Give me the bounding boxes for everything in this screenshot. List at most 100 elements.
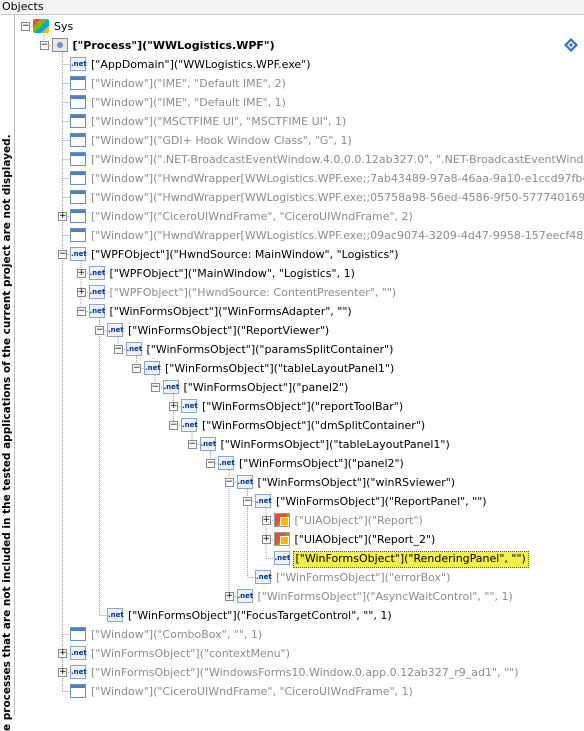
collapse-toggle-icon[interactable]: − (132, 364, 141, 373)
object-tree[interactable]: − Sys − ["Process"]("WWLogistics.WPF") .net[… (15, 15, 584, 716)
tree-node[interactable]: + .net ["WinFormsObject"]("reportToolBar") (15, 397, 584, 416)
node-label[interactable]: ["WinFormsObject"]("reportToolBar") (200, 399, 405, 414)
tree-node[interactable]: .net ["WinFormsObject"]("RenderingPanel",… (15, 549, 584, 568)
node-label[interactable]: ["Window"]("IME", "Default IME", 2) (89, 76, 288, 91)
expand-toggle-icon[interactable]: + (76, 269, 86, 278)
tree-node[interactable]: ["Window"]("CiceroUIWndFrame", "CiceroUI… (15, 682, 584, 701)
node-label[interactable]: ["Window"]("CiceroUIWndFrame", "CiceroUI… (89, 209, 415, 224)
tree-node[interactable]: .net ["WinFormsObject"]("FocusTargetContr… (15, 606, 584, 625)
tree-node[interactable]: − .net ["WinFormsObject"]("tableLayoutPane… (15, 359, 584, 378)
node-label[interactable]: Sys (52, 19, 75, 34)
node-label[interactable]: ["Window"](".NET-BroadcastEventWindow.4.… (89, 152, 584, 167)
tree-node[interactable]: .net ["AppDomain"]("WWLogistics.WPF.exe") (15, 55, 584, 74)
node-label[interactable]: ["WinFormsObject"]("ReportPanel", "") (274, 494, 489, 509)
collapse-toggle-icon[interactable]: − (21, 22, 30, 31)
node-label[interactable]: ["WinFormsObject"]("FocusTargetControl",… (126, 608, 394, 623)
node-label[interactable]: ["Window"]("GDI+ Hook Window Class", "G"… (89, 133, 354, 148)
tree-node[interactable]: + .net ["WinFormsObject"]("contextMenu") (15, 644, 584, 663)
tree-node[interactable]: ["Window"]("GDI+ Hook Window Class", "G"… (15, 131, 584, 150)
tree-node[interactable]: − .net ["WinFormsObject"]("panel2") (15, 378, 584, 397)
node-label[interactable]: ["WinFormsObject"]("AsyncWaitControl", "… (256, 589, 515, 604)
tree-node[interactable]: − .net ["WinFormsObject"]("paramsSplitCont… (15, 340, 584, 359)
selected-node-label[interactable]: ["WinFormsObject"]("RenderingPanel", "") (292, 551, 529, 568)
tree-node[interactable]: − Sys (15, 17, 584, 36)
tree-node[interactable]: − .net ["WinFormsObject"]("tableLayoutPane… (15, 435, 584, 454)
node-label[interactable]: ["UIAObject"]("Report_2") (293, 532, 438, 547)
node-label[interactable]: ["WinFormsObject"]("tableLayoutPanel1") (219, 437, 452, 452)
node-label[interactable]: ["WPFObject"]("MainWindow", "Logistics",… (108, 266, 357, 281)
dotnet-icon: .net (255, 494, 272, 508)
node-label[interactable]: ["WPFObject"]("HwndSource: ContentPresen… (108, 285, 399, 300)
collapse-toggle-icon[interactable]: − (206, 459, 215, 468)
node-label[interactable]: ["Window"]("MSCTFIME UI", "MSCTFIME UI",… (89, 114, 348, 129)
tree-node[interactable]: − ["Process"]("WWLogistics.WPF") (15, 36, 584, 55)
tree-node[interactable]: − .net ["WinFormsObject"]("panel2") (15, 454, 584, 473)
tree-node[interactable]: ["Window"](".NET-BroadcastEventWindow.4.… (15, 150, 584, 169)
tree-node[interactable]: + ["UIAObject"]("Report_2") (15, 530, 584, 549)
collapse-toggle-icon[interactable]: − (224, 478, 234, 487)
node-label[interactable]: ["WinFormsObject"]("errorBox") (274, 570, 452, 585)
collapse-toggle-icon[interactable]: − (39, 41, 49, 50)
tree-node[interactable]: − .net ["WinFormsObject"]("ReportPanel", "… (15, 492, 584, 511)
tree-node[interactable]: ["Window"]("MSCTFIME UI", "MSCTFIME UI",… (15, 112, 584, 131)
tree-node[interactable]: + .net ["WPFObject"]("HwndSource: ContentP… (15, 283, 584, 302)
expand-toggle-icon[interactable]: + (224, 592, 234, 601)
tree-node[interactable]: ["Window"]("HwndWrapper[WWLogistics.WPF.… (15, 226, 584, 245)
node-label[interactable]: ["WinFormsObject"]("paramsSplitContainer… (145, 342, 396, 357)
dotnet-icon: .net (107, 608, 124, 622)
expand-toggle-icon[interactable]: + (76, 288, 86, 297)
tree-node[interactable]: − .net ["WinFormsObject"]("WinFormsAdapter… (15, 302, 584, 321)
collapse-toggle-icon[interactable]: − (150, 383, 160, 392)
node-label[interactable]: ["WinFormsObject"]("contextMenu") (89, 646, 292, 661)
expand-toggle-icon[interactable]: + (58, 212, 67, 221)
node-label[interactable]: ["AppDomain"]("WWLogistics.WPF.exe") (89, 57, 313, 72)
tree-node[interactable]: − .net ["WinFormsObject"]("ReportViewer") (15, 321, 584, 340)
node-label[interactable]: ["WinFormsObject"]("panel2") (237, 456, 406, 471)
expand-toggle-icon[interactable]: + (58, 668, 67, 677)
expand-toggle-icon[interactable]: + (169, 402, 178, 411)
collapse-toggle-icon[interactable]: − (243, 497, 252, 506)
collapse-toggle-icon[interactable]: − (113, 345, 123, 354)
tree-node[interactable]: + ["UIAObject"]("Report") (15, 511, 584, 530)
expand-toggle-icon[interactable]: + (261, 535, 271, 544)
node-label[interactable]: ["WPFObject"]("HwndSource: MainWindow", … (89, 247, 401, 262)
tree-node[interactable]: − .net ["WinFormsObject"]("dmSplitContaine… (15, 416, 584, 435)
tree-node[interactable]: .net ["WinFormsObject"]("errorBox") (15, 568, 584, 587)
node-label[interactable]: ["Window"]("HwndWrapper[WWLogistics.WPF.… (89, 190, 584, 205)
tree-node[interactable]: + .net ["WinFormsObject"]("AsyncWaitContro… (15, 587, 584, 606)
node-label[interactable]: ["WinFormsObject"]("tableLayoutPanel1") (163, 361, 396, 376)
node-label[interactable]: ["WinFormsObject"]("panel2") (182, 380, 351, 395)
node-label[interactable]: ["WinFormsObject"]("ReportViewer") (126, 323, 331, 338)
node-label[interactable]: ["UIAObject"]("Report") (293, 513, 425, 528)
tree-node[interactable]: ["Window"]("IME", "Default IME", 1) (15, 93, 584, 112)
node-label[interactable]: ["Process"]("WWLogistics.WPF") (71, 38, 277, 53)
dotnet-icon: .net (107, 323, 124, 337)
node-label[interactable]: ["Window"]("IME", "Default IME", 1) (89, 95, 288, 110)
tree-node[interactable]: − .net ["WinFormsObject"]("winRSviewer") (15, 473, 584, 492)
tree-node[interactable]: − .net ["WPFObject"]("HwndSource: MainWind… (15, 245, 584, 264)
tree-node[interactable]: ["Window"]("HwndWrapper[WWLogistics.WPF.… (15, 188, 584, 207)
collapse-toggle-icon[interactable]: − (76, 307, 86, 316)
node-label[interactable]: ["Window"]("HwndWrapper[WWLogistics.WPF.… (89, 171, 584, 186)
node-label[interactable]: ["WinFormsObject"]("WinFormsAdapter", ""… (108, 304, 354, 319)
node-label[interactable]: ["WinFormsObject"]("dmSplitContainer") (200, 418, 427, 433)
tree-node[interactable]: + ["Window"]("CiceroUIWndFrame", "CiceroU… (15, 207, 584, 226)
tree-node[interactable]: + .net ["WinFormsObject"]("WindowsForms10.… (15, 663, 584, 682)
dotnet-icon: .net (181, 418, 198, 432)
tree-node[interactable]: ["Window"]("IME", "Default IME", 2) (15, 74, 584, 93)
node-label[interactable]: ["Window"]("CiceroUIWndFrame", "CiceroUI… (89, 684, 415, 699)
collapse-toggle-icon[interactable]: − (58, 250, 67, 259)
expand-toggle-icon[interactable]: + (58, 649, 67, 658)
node-label[interactable]: ["Window"]("HwndWrapper[WWLogistics.WPF.… (89, 228, 584, 243)
collapse-toggle-icon[interactable]: − (187, 440, 197, 449)
collapse-toggle-icon[interactable]: − (95, 326, 104, 335)
dotnet-icon: .net (162, 380, 179, 394)
expand-toggle-icon[interactable]: + (261, 516, 271, 525)
collapse-toggle-icon[interactable]: − (169, 421, 178, 430)
node-label[interactable]: ["Window"]("ComboBox", "", 1) (89, 627, 264, 642)
node-label[interactable]: ["WinFormsObject"]("winRSviewer") (256, 475, 458, 490)
node-label[interactable]: ["WinFormsObject"]("WindowsForms10.Windo… (89, 665, 521, 680)
tree-node[interactable]: ["Window"]("HwndWrapper[WWLogistics.WPF.… (15, 169, 584, 188)
tree-node[interactable]: + .net ["WPFObject"]("MainWindow", "Logist… (15, 264, 584, 283)
tree-node[interactable]: ["Window"]("ComboBox", "", 1) (15, 625, 584, 644)
